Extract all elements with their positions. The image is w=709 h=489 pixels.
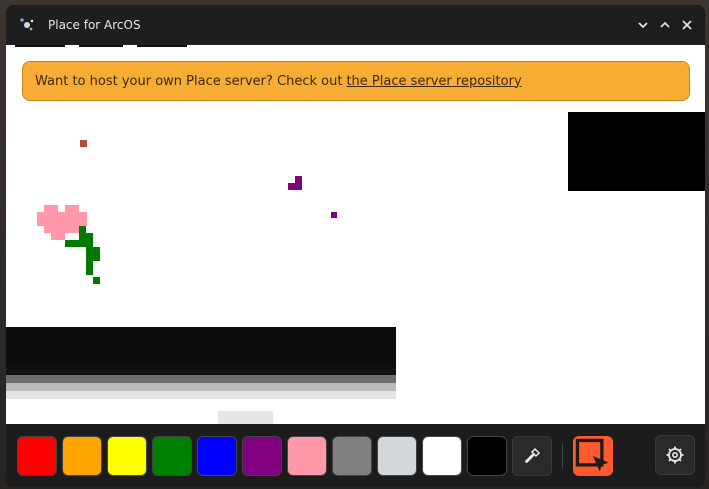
color-swatch-black[interactable] xyxy=(467,435,507,476)
pixel-purple xyxy=(295,176,302,183)
settings-button[interactable] xyxy=(655,435,695,475)
canvas-top-strips xyxy=(6,45,705,48)
color-swatch-gray[interactable] xyxy=(332,435,372,476)
flower-stem xyxy=(86,247,100,261)
close-button[interactable] xyxy=(679,15,695,35)
pixel-smudge xyxy=(218,411,273,424)
color-swatch-white[interactable] xyxy=(422,435,462,476)
bottom-toolbar xyxy=(6,424,705,487)
color-swatch-blue[interactable] xyxy=(197,435,237,476)
flower-petals xyxy=(37,212,87,226)
pixel-block-gray-strip xyxy=(6,383,396,391)
title-bar[interactable]: Place for ArcOS xyxy=(6,5,705,45)
toolbar-divider xyxy=(562,442,563,469)
color-swatch-orange[interactable] xyxy=(62,435,102,476)
gear-icon xyxy=(666,446,684,464)
flower-petals xyxy=(44,226,80,233)
color-swatch-green[interactable] xyxy=(152,435,192,476)
flower-petals xyxy=(65,205,79,212)
color-swatch-red[interactable] xyxy=(17,435,57,476)
server-info-banner: Want to host your own Place server? Chec… xyxy=(22,61,690,101)
flower-petals xyxy=(44,205,58,212)
color-swatch-pink[interactable] xyxy=(287,435,327,476)
color-swatch-light-gray[interactable] xyxy=(377,435,417,476)
pixel-block-gray-strip xyxy=(6,375,396,383)
close-icon xyxy=(682,20,692,30)
pixel-purple xyxy=(331,212,337,218)
pixel-block-gray-strip xyxy=(6,391,396,399)
flower-stem xyxy=(79,233,93,247)
flower-stem xyxy=(86,261,93,275)
chevron-up-icon xyxy=(660,21,670,28)
place-server-repository-link[interactable]: the Place server repository xyxy=(346,74,521,89)
chevron-down-icon xyxy=(638,22,648,29)
banner-text: Want to host your own Place server? Chec… xyxy=(35,73,343,89)
pixel-block-dark xyxy=(6,327,396,367)
pixel-purple xyxy=(288,183,302,190)
pixel-block-gray-strip xyxy=(6,367,396,375)
app-window: Place for ArcOS Want to host your own Pl… xyxy=(6,5,705,487)
pixel-block-black xyxy=(568,112,705,191)
maximize-button[interactable] xyxy=(657,15,673,35)
window-title: Place for ArcOS xyxy=(48,18,141,32)
place-app-icon xyxy=(18,16,36,34)
eyedropper-icon xyxy=(525,447,541,463)
flower-petals xyxy=(51,233,65,240)
eyedropper-button[interactable] xyxy=(512,435,552,476)
color-swatch-purple[interactable] xyxy=(242,435,282,476)
color-swatch-yellow[interactable] xyxy=(107,435,147,476)
select-tool-button[interactable] xyxy=(573,435,613,476)
window-controls xyxy=(635,15,695,35)
place-canvas[interactable]: Want to host your own Place server? Chec… xyxy=(6,45,705,424)
pixel-red xyxy=(80,140,87,147)
flower-stem xyxy=(93,277,100,284)
select-cursor-icon xyxy=(575,438,609,472)
minimize-button[interactable] xyxy=(635,15,651,35)
